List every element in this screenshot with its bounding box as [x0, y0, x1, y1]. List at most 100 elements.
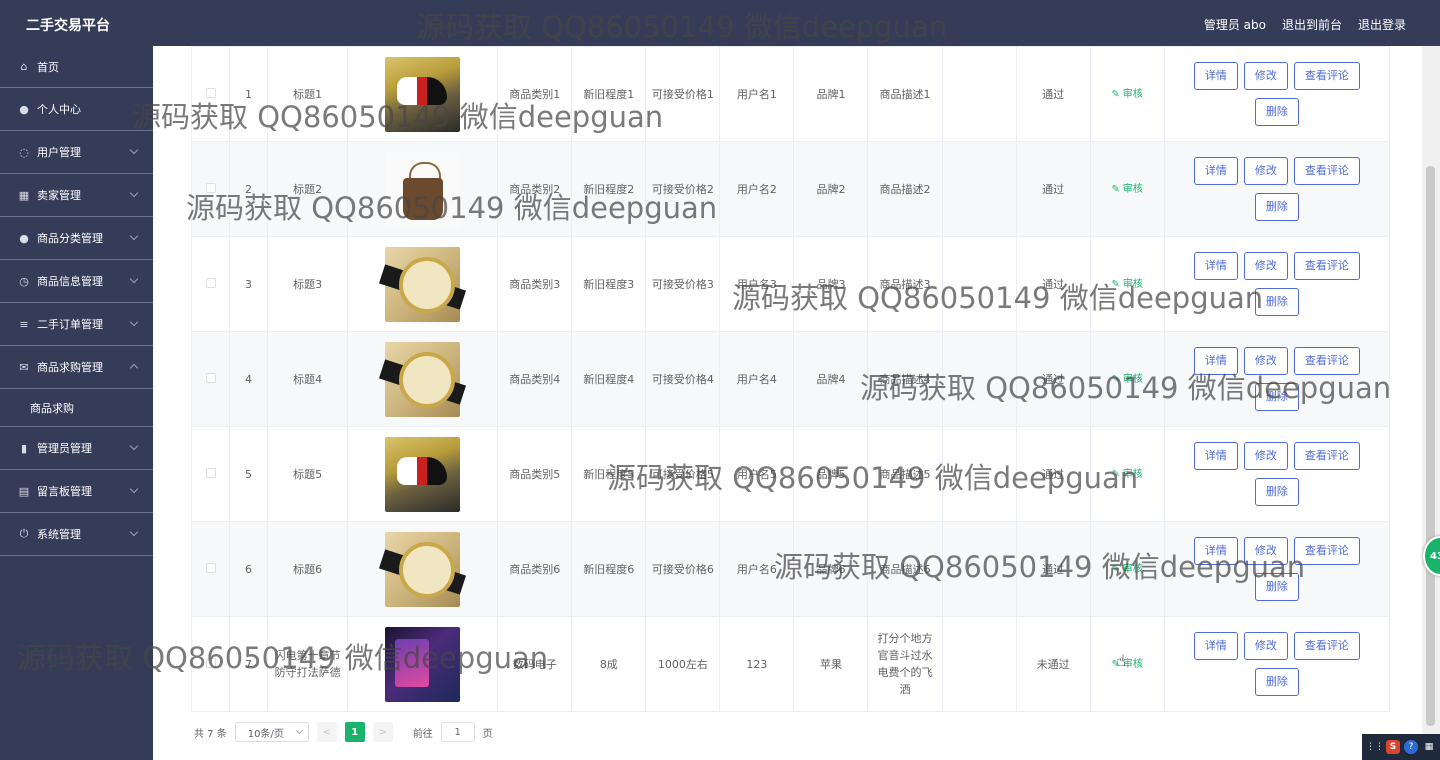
image-cell — [347, 426, 499, 522]
sidebar-item-messages[interactable]: ▤ 留言板管理 — [0, 470, 153, 513]
detail-button[interactable]: 详情 — [1193, 347, 1238, 375]
admin-name: 管理员 abo — [1203, 18, 1266, 32]
brand-cell: 品牌6 — [793, 521, 869, 617]
select-cell — [190, 141, 231, 237]
sidebar-item-categories[interactable]: ● 商品分类管理 — [0, 217, 153, 260]
table-row: 7 闪电第十章节防守打法萨德 数码电子 8成 1000左右 123 苹果 打分个地方官音斗过水… — [190, 616, 1391, 712]
help-icon[interactable]: ? — [1404, 740, 1418, 754]
detail-button[interactable]: 详情 — [1193, 157, 1238, 185]
scrollbar-thumb[interactable] — [1426, 166, 1435, 726]
title-cell: 标题4 — [267, 331, 349, 427]
sidebar-item-orders[interactable]: ≡ 二手订单管理 — [0, 303, 153, 346]
sidebar-subitem-wanted-goods[interactable]: 商品求购 — [0, 389, 153, 427]
sidebar-item-label: 系统管理 — [37, 528, 81, 541]
edit-button[interactable]: 修改 — [1243, 157, 1288, 185]
back-to-front-link[interactable]: 退出到前台 — [1282, 16, 1342, 33]
delete-button[interactable]: 删除 — [1254, 98, 1299, 126]
sidebar-item-wanted[interactable]: ✉ 商品求购管理 — [0, 346, 153, 389]
audit-link[interactable]: ✎ 审核 — [1111, 374, 1142, 385]
empty-cell — [941, 331, 1017, 427]
audit-link[interactable]: ✎ 审核 — [1111, 279, 1142, 290]
data-table: 1 标题1 商品类别1 新旧程度1 可接受价格1 用户名1 品牌1 商品描述1 通过 ✎ 审核 详情… — [190, 46, 1391, 712]
goto-page-input[interactable]: 1 — [440, 722, 475, 742]
edit-button[interactable]: 修改 — [1243, 442, 1288, 470]
row-checkbox[interactable] — [205, 277, 216, 288]
username-cell: 123 — [719, 616, 795, 712]
delete-button[interactable]: 删除 — [1254, 573, 1299, 601]
edit-button[interactable]: 修改 — [1243, 252, 1288, 280]
delete-button[interactable]: 删除 — [1254, 193, 1299, 221]
edit-pen-icon: ✎ — [1111, 184, 1120, 195]
row-checkbox[interactable] — [205, 182, 216, 193]
row-checkbox[interactable] — [205, 467, 216, 478]
condition-cell: 新旧程度1 — [571, 46, 647, 142]
detail-button[interactable]: 详情 — [1193, 442, 1238, 470]
view-comments-button[interactable]: 查看评论 — [1293, 157, 1360, 185]
sidebar-item-goods[interactable]: ◷ 商品信息管理 — [0, 260, 153, 303]
detail-button[interactable]: 详情 — [1193, 62, 1238, 90]
operations-cell: 详情 修改 查看评论 删除 — [1163, 521, 1391, 617]
detail-button[interactable]: 详情 — [1193, 632, 1238, 660]
delete-button[interactable]: 删除 — [1254, 383, 1299, 411]
prev-page-button[interactable]: < — [316, 722, 337, 742]
status-cell: 通过 — [1015, 426, 1091, 522]
row-checkbox[interactable] — [205, 87, 216, 98]
description-cell: 商品描述3 — [867, 236, 943, 332]
sidebar-item-home[interactable]: ⌂ 首页 — [0, 46, 153, 88]
sidebar-item-label: 二手订单管理 — [37, 318, 103, 331]
row-checkbox[interactable] — [205, 562, 216, 573]
audit-link[interactable]: ✎ 审核 — [1111, 564, 1142, 575]
view-comments-button[interactable]: 查看评论 — [1293, 537, 1360, 565]
view-comments-button[interactable]: 查看评论 — [1293, 252, 1360, 280]
brand-cell: 品牌2 — [793, 141, 869, 237]
edit-button[interactable]: 修改 — [1243, 537, 1288, 565]
description-cell: 打分个地方官音斗过水电费个的飞洒 — [867, 616, 943, 712]
page-number-current[interactable]: 1 — [344, 722, 365, 742]
pagination: 共 7 条 10条/页 < 1 > 前往 1 页 — [194, 722, 493, 742]
edit-button[interactable]: 修改 — [1243, 62, 1288, 90]
edit-button[interactable]: 修改 — [1243, 632, 1288, 660]
view-comments-button[interactable]: 查看评论 — [1293, 632, 1360, 660]
sidebar-item-users[interactable]: ◌ 用户管理 — [0, 131, 153, 174]
header-actions: 管理员 abo 退出到前台 退出登录 — [1204, 16, 1406, 33]
sidebar-item-label: 用户管理 — [37, 146, 81, 159]
sidebar-item-profile[interactable]: ● 个人中心 — [0, 88, 153, 131]
table-row: 6 标题6 商品类别6 新旧程度6 可接受价格6 用户名6 品牌6 商品描述6 通过 ✎ 审核 详情… — [190, 521, 1391, 617]
audit-link[interactable]: ✎ 审核 — [1111, 89, 1142, 100]
sidebar-item-system[interactable]: ⏻ 系统管理 — [0, 513, 153, 556]
audit-cell: ✎ 审核 — [1089, 426, 1165, 522]
view-comments-button[interactable]: 查看评论 — [1293, 347, 1360, 375]
username-cell: 用户名4 — [719, 331, 795, 427]
chart-icon: ▮ — [20, 441, 28, 455]
detail-button[interactable]: 详情 — [1193, 252, 1238, 280]
view-comments-button[interactable]: 查看评论 — [1293, 62, 1360, 90]
status-cell: 未通过 — [1015, 616, 1091, 712]
delete-button[interactable]: 删除 — [1254, 478, 1299, 506]
vertical-scrollbar[interactable] — [1422, 46, 1440, 760]
sidebar-item-admins[interactable]: ▮ 管理员管理 — [0, 427, 153, 470]
delete-button[interactable]: 删除 — [1254, 288, 1299, 316]
brand-cell: 品牌1 — [793, 46, 869, 142]
sidebar-item-sellers[interactable]: ▦ 卖家管理 — [0, 174, 153, 217]
row-checkbox[interactable] — [205, 657, 216, 668]
delete-button[interactable]: 删除 — [1254, 668, 1299, 696]
page-size-select[interactable]: 10条/页 — [234, 722, 309, 742]
brand-title: 二手交易平台 — [26, 18, 110, 34]
audit-link[interactable]: ✎ 审核 — [1111, 184, 1142, 195]
status-cell: 通过 — [1015, 46, 1091, 142]
logout-link[interactable]: 退出登录 — [1358, 16, 1406, 33]
next-page-button[interactable]: > — [372, 722, 393, 742]
category-cell: 商品类别3 — [497, 236, 573, 332]
category-cell: 商品类别6 — [497, 521, 573, 617]
row-checkbox[interactable] — [205, 372, 216, 383]
empty-cell — [941, 141, 1017, 237]
audit-link[interactable]: ✎ 审核 — [1111, 469, 1142, 480]
message-icon: ▤ — [18, 484, 30, 498]
detail-button[interactable]: 详情 — [1193, 537, 1238, 565]
view-comments-button[interactable]: 查看评论 — [1293, 442, 1360, 470]
s-app-icon[interactable]: S — [1386, 740, 1400, 754]
select-cell — [190, 521, 231, 617]
edit-button[interactable]: 修改 — [1243, 347, 1288, 375]
condition-cell: 新旧程度4 — [571, 331, 647, 427]
table-row: 4 标题4 商品类别4 新旧程度4 可接受价格4 用户名4 品牌4 商品描述4 通过 ✎ 审核 详情… — [190, 331, 1391, 427]
